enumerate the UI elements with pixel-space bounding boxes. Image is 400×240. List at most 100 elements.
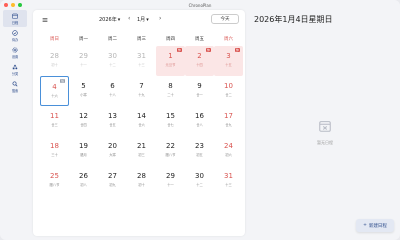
day-cell[interactable]: 9 廿一 xyxy=(185,76,214,106)
calendar-week-row: 25 腊八节 26 初八 27 初九 28 初十 29 十一 30 十二 31 十三 xyxy=(40,166,243,196)
sidebar-item-label: 搜索 xyxy=(11,88,19,93)
day-cell[interactable]: 24 初六 xyxy=(214,136,243,166)
day-cell[interactable]: 29 十一 xyxy=(69,46,98,76)
day-number: 28 xyxy=(50,52,59,60)
lunar-label: 初九 xyxy=(109,183,116,187)
day-cell[interactable]: 30 十二 xyxy=(98,46,127,76)
day-cell[interactable]: 18 三十 xyxy=(40,136,69,166)
day-cell[interactable]: 12 廿四 xyxy=(69,106,98,136)
day-number: 11 xyxy=(50,112,59,120)
day-number: 13 xyxy=(108,112,117,120)
day-cell[interactable]: 14 廿六 xyxy=(127,106,156,136)
window-controls xyxy=(4,3,22,7)
lunar-label: 廿六 xyxy=(138,123,145,127)
lunar-label: 十九 xyxy=(138,93,145,97)
day-number: 4 xyxy=(52,83,57,91)
lunar-label: 十三 xyxy=(225,183,232,187)
month-select[interactable]: 1月 ▾ xyxy=(137,16,149,24)
day-cell[interactable]: 13 廿五 xyxy=(98,106,127,136)
calendar-toolbar: 2026年 ▾ ‹ 1月 ▾ › 今天 xyxy=(33,10,245,30)
day-cell[interactable]: 7 十九 xyxy=(127,76,156,106)
day-cell[interactable]: 15 廿七 xyxy=(156,106,185,136)
weekday-label: 周三 xyxy=(137,37,146,42)
lunar-label: 廿七 xyxy=(167,123,174,127)
day-cell[interactable]: 3 十五 休 xyxy=(214,46,243,76)
gear-icon xyxy=(12,46,18,53)
day-cell[interactable]: 11 廿三 xyxy=(40,106,69,136)
day-number: 22 xyxy=(166,142,175,150)
holiday-badge: 休 xyxy=(205,48,211,52)
menu-icon xyxy=(42,18,48,22)
lunar-label: 廿二 xyxy=(225,93,232,97)
day-cell[interactable]: 21 初三 xyxy=(127,136,156,166)
empty-state: 暂无日程 xyxy=(250,118,400,146)
new-event-button[interactable]: + 新建日程 xyxy=(356,219,394,232)
plus-icon: + xyxy=(363,223,367,228)
day-cell[interactable]: 28 初十 xyxy=(127,166,156,196)
day-cell[interactable]: 27 初九 xyxy=(98,166,127,196)
menu-button[interactable] xyxy=(40,15,50,25)
day-number: 8 xyxy=(168,82,173,90)
day-cell[interactable]: 28 初十 xyxy=(40,46,69,76)
day-cell[interactable]: 17 廿九 xyxy=(214,106,243,136)
day-cell-today[interactable]: 4 十六 班 xyxy=(40,76,69,106)
day-number: 31 xyxy=(137,52,146,60)
day-cell[interactable]: 20 大寒 xyxy=(98,136,127,166)
weekday-label: 周四 xyxy=(166,37,175,42)
weekday-header: 周日 周一 周二 周三 周四 周五 周六 xyxy=(40,36,243,46)
day-cell[interactable]: 30 十二 xyxy=(185,166,214,196)
sidebar-item-search[interactable]: 搜索 xyxy=(0,78,30,95)
day-cell[interactable]: 6 十八 xyxy=(98,76,127,106)
day-cell[interactable]: 31 十三 xyxy=(127,46,156,76)
lunar-label: 廿三 xyxy=(51,123,58,127)
day-cell[interactable]: 8 二十 xyxy=(156,76,185,106)
lunar-label: 腊月 xyxy=(80,153,87,157)
prev-month-button[interactable]: ‹ xyxy=(128,15,130,22)
sidebar-item-category[interactable]: 分类 xyxy=(0,61,30,78)
day-cell[interactable]: 29 十一 xyxy=(156,166,185,196)
year-select[interactable]: 2026年 ▾ xyxy=(99,16,120,24)
day-cell[interactable]: 23 初五 xyxy=(185,136,214,166)
weekday-label: 周六 xyxy=(224,37,233,42)
minimize-button[interactable] xyxy=(11,3,15,7)
day-number: 6 xyxy=(110,82,115,90)
holiday-badge: 休 xyxy=(176,48,182,52)
day-cell[interactable]: 1 元旦节 休 xyxy=(156,46,185,76)
day-cell[interactable]: 19 腊月 xyxy=(69,136,98,166)
lunar-label: 廿八 xyxy=(196,123,203,127)
lunar-label: 廿五 xyxy=(109,123,116,127)
day-cell[interactable]: 25 腊八节 xyxy=(40,166,69,196)
day-cell[interactable]: 5 小寒 xyxy=(69,76,98,106)
next-month-button[interactable]: › xyxy=(159,15,161,22)
day-cell[interactable]: 26 初八 xyxy=(69,166,98,196)
check-circle-icon xyxy=(12,29,18,36)
category-icon xyxy=(12,64,18,69)
day-number: 2 xyxy=(197,52,202,60)
lunar-label: 十一 xyxy=(80,63,87,67)
sidebar-item-settings[interactable]: 设置 xyxy=(0,44,30,61)
calendar-week-row: 18 三十 19 腊月 20 大寒 21 初三 22 腊八节 23 初五 24 初六 xyxy=(40,136,243,166)
day-cell[interactable]: 2 十四 休 xyxy=(185,46,214,76)
lunar-label: 初八 xyxy=(80,183,87,187)
lunar-label: 初六 xyxy=(225,153,232,157)
day-cell[interactable]: 31 十三 xyxy=(214,166,243,196)
day-number: 19 xyxy=(79,142,88,150)
zoom-button[interactable] xyxy=(18,3,22,7)
day-cell[interactable]: 22 腊八节 xyxy=(156,136,185,166)
search-icon xyxy=(12,81,18,87)
empty-state-text: 暂无日程 xyxy=(317,140,333,145)
sidebar-item-todo[interactable]: 待办 xyxy=(0,27,30,44)
weekday-label: 周二 xyxy=(108,37,117,42)
calendar-icon xyxy=(12,13,18,19)
month-value: 1月 xyxy=(137,17,146,23)
day-number: 5 xyxy=(81,82,86,90)
day-cell[interactable]: 10 廿二 xyxy=(214,76,243,106)
close-button[interactable] xyxy=(4,3,8,7)
day-number: 26 xyxy=(79,172,88,180)
new-event-label: 新建日程 xyxy=(368,223,387,229)
title-bar: ChronoPlan xyxy=(0,0,400,10)
day-cell[interactable]: 16 廿八 xyxy=(185,106,214,136)
today-button[interactable]: 今天 xyxy=(211,14,239,24)
sidebar-item-schedule[interactable]: 日程 xyxy=(3,10,27,27)
day-number: 30 xyxy=(108,52,117,60)
